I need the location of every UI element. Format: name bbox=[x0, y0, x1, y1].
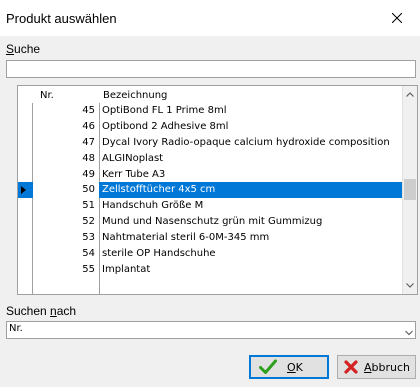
table-row[interactable]: 55 Implantat bbox=[18, 262, 402, 278]
search-input[interactable] bbox=[6, 60, 416, 78]
cell-nr: 50 bbox=[33, 182, 99, 199]
vertical-scrollbar[interactable] bbox=[402, 86, 417, 294]
table-row[interactable]: 46 Optibond 2 Adhesive 8ml bbox=[18, 119, 402, 135]
search-by-value: Nr. bbox=[9, 323, 23, 334]
chevron-down-icon bbox=[405, 325, 413, 339]
cell-nr: 53 bbox=[82, 232, 95, 244]
cell-bezeichnung: Nahtmaterial steril 6-0M-345 mm bbox=[102, 232, 270, 244]
cell-nr: 54 bbox=[82, 248, 95, 260]
cell-nr: 55 bbox=[82, 263, 95, 275]
scroll-down-button[interactable] bbox=[403, 277, 417, 294]
cell-bezeichnung: Mund und Nasenschutz grün mit Gummizug bbox=[102, 216, 323, 228]
table-row[interactable]: 53 Nahtmaterial steril 6-0M-345 mm bbox=[18, 230, 402, 246]
column-header-bezeichnung[interactable]: Bezeichnung bbox=[103, 90, 167, 101]
table-row[interactable]: 54 sterile OP Handschuhe bbox=[18, 246, 402, 262]
table-row[interactable]: 48 ALGINoplast bbox=[18, 151, 402, 167]
cell-bezeichnung: Optibond 2 Adhesive 8ml bbox=[102, 120, 229, 132]
table-row[interactable]: 45 OptiBond FL 1 Prime 8ml bbox=[18, 103, 402, 119]
close-button[interactable] bbox=[374, 0, 420, 36]
table-row[interactable]: 49 Kerr Tube A3 bbox=[18, 167, 402, 183]
scroll-thumb[interactable] bbox=[404, 179, 416, 200]
cell-nr: 49 bbox=[82, 168, 95, 180]
cell-nr: 45 bbox=[82, 105, 95, 116]
cancel-button[interactable]: Abbruch bbox=[337, 355, 416, 379]
cell-bezeichnung: sterile OP Handschuhe bbox=[102, 248, 216, 260]
ok-button[interactable]: OK bbox=[249, 355, 329, 379]
cell-bezeichnung: Dycal Ivory Radio-opaque calcium hydroxi… bbox=[102, 136, 390, 148]
cell-bezeichnung: OptiBond FL 1 Prime 8ml bbox=[102, 105, 227, 116]
table-row[interactable]: 51 Handschuh Größe M bbox=[18, 198, 402, 214]
x-icon bbox=[344, 360, 358, 374]
grid-rows: 45 OptiBond FL 1 Prime 8ml 46 Optibond 2 Ad… bbox=[18, 103, 402, 278]
chevron-down-icon bbox=[406, 283, 414, 288]
close-icon bbox=[392, 13, 402, 23]
cell-bezeichnung: Implantat bbox=[102, 263, 151, 275]
window-title: Produkt auswählen bbox=[6, 11, 117, 26]
ok-button-label: OK bbox=[287, 360, 303, 374]
cell-bezeichnung: Zellstofftücher 4x5 cm bbox=[102, 184, 216, 196]
cell-nr: 52 bbox=[82, 216, 95, 228]
chevron-up-icon bbox=[406, 92, 414, 97]
search-by-label: Suchen nach bbox=[6, 304, 77, 318]
table-row[interactable]: 47 Dycal Ivory Radio-opaque calcium hydro… bbox=[18, 135, 402, 151]
row-pointer-icon bbox=[21, 186, 26, 195]
search-by-select[interactable]: Nr. bbox=[6, 321, 416, 339]
scroll-up-button[interactable] bbox=[403, 86, 417, 103]
cell-bezeichnung: Kerr Tube A3 bbox=[102, 168, 166, 180]
grid-header: Nr. Bezeichnung bbox=[18, 86, 402, 103]
cancel-button-label: Abbruch bbox=[364, 360, 411, 374]
cell-nr: 47 bbox=[82, 136, 95, 148]
product-grid[interactable]: Nr. Bezeichnung 45 OptiBond FL 1 Prime 8m… bbox=[17, 85, 418, 295]
cell-bezeichnung: ALGINoplast bbox=[102, 152, 164, 164]
table-row[interactable]: 52 Mund und Nasenschutz grün mit Gummizug bbox=[18, 214, 402, 230]
search-label: Suche bbox=[6, 42, 41, 56]
column-header-nr[interactable]: Nr. bbox=[40, 90, 54, 101]
cell-nr: 46 bbox=[82, 120, 95, 132]
cell-nr: 51 bbox=[82, 200, 95, 212]
checkmark-icon bbox=[259, 359, 277, 375]
title-bar: Produkt auswählen bbox=[0, 0, 420, 36]
cell-nr: 48 bbox=[82, 152, 95, 164]
cell-bezeichnung: Handschuh Größe M bbox=[102, 200, 204, 212]
table-row[interactable]: 50 Zellstofftücher 4x5 cm bbox=[18, 182, 402, 199]
